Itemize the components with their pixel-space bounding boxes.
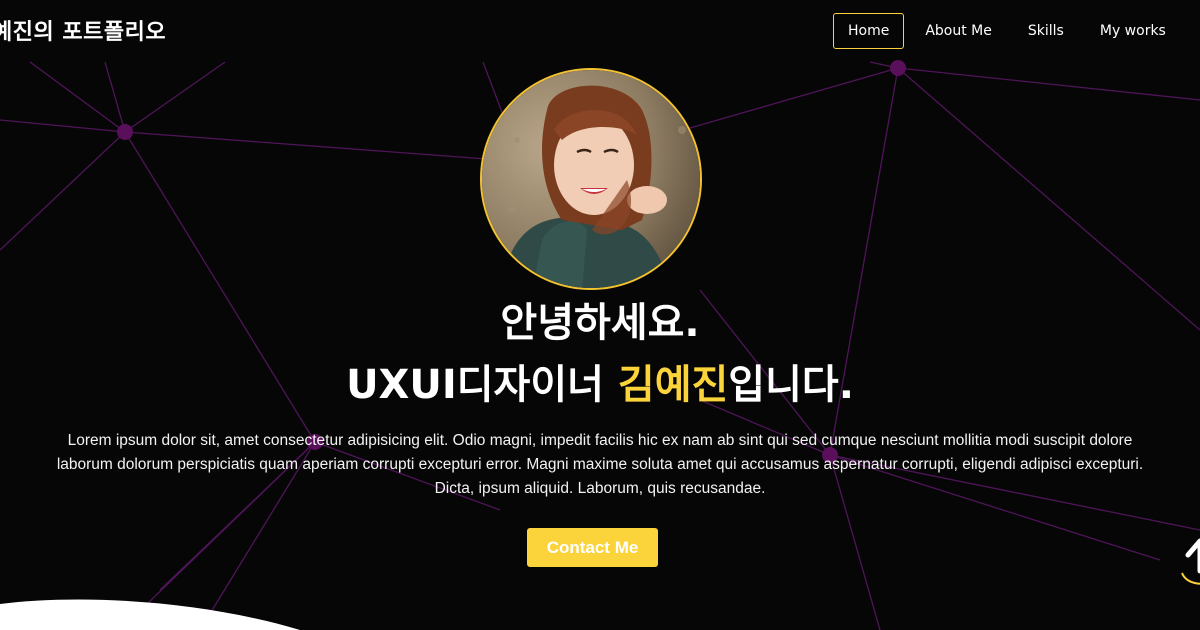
main-nav: Home About Me Skills My works C [833,13,1200,49]
role-heading: UXUI디자이너 김예진입니다. [0,365,1200,405]
designer-name: 김예진 [617,362,729,408]
nav-item-about-me[interactable]: About Me [910,13,1007,49]
nav-item-skills[interactable]: Skills [1013,13,1079,49]
nav-item-home[interactable]: Home [833,13,905,49]
profile-photo [480,68,702,290]
greeting-heading: 안녕하세요. [500,300,700,346]
intro-line: Dicta, ipsum aliquid. Laborum, quis recu… [434,480,766,497]
nav-item-my-works[interactable]: My works [1085,13,1181,49]
nav-item-contact[interactable]: C [1187,13,1200,49]
intro-line: Lorem ipsum dolor sit, amet consectetur … [67,432,1133,449]
intro-line: laborum dolorum perspiciatis quam aperia… [56,456,1144,473]
intro-paragraph: Lorem ipsum dolor sit, amet consectetur … [0,429,1200,501]
role-prefix: UXUI디자이너 [346,362,618,408]
arrow-up-icon [1181,538,1200,585]
scroll-top-button[interactable] [1178,525,1200,589]
contact-me-button[interactable]: Contact Me [527,528,658,567]
profile-photo-illustration [482,70,700,288]
hero-section: 예진의 포트폴리오 Home About Me Skills My works … [0,0,1200,630]
bottom-wave [0,599,300,630]
role-suffix: 입니다. [728,362,854,408]
site-title[interactable]: 예진의 포트폴리오 [0,14,166,46]
